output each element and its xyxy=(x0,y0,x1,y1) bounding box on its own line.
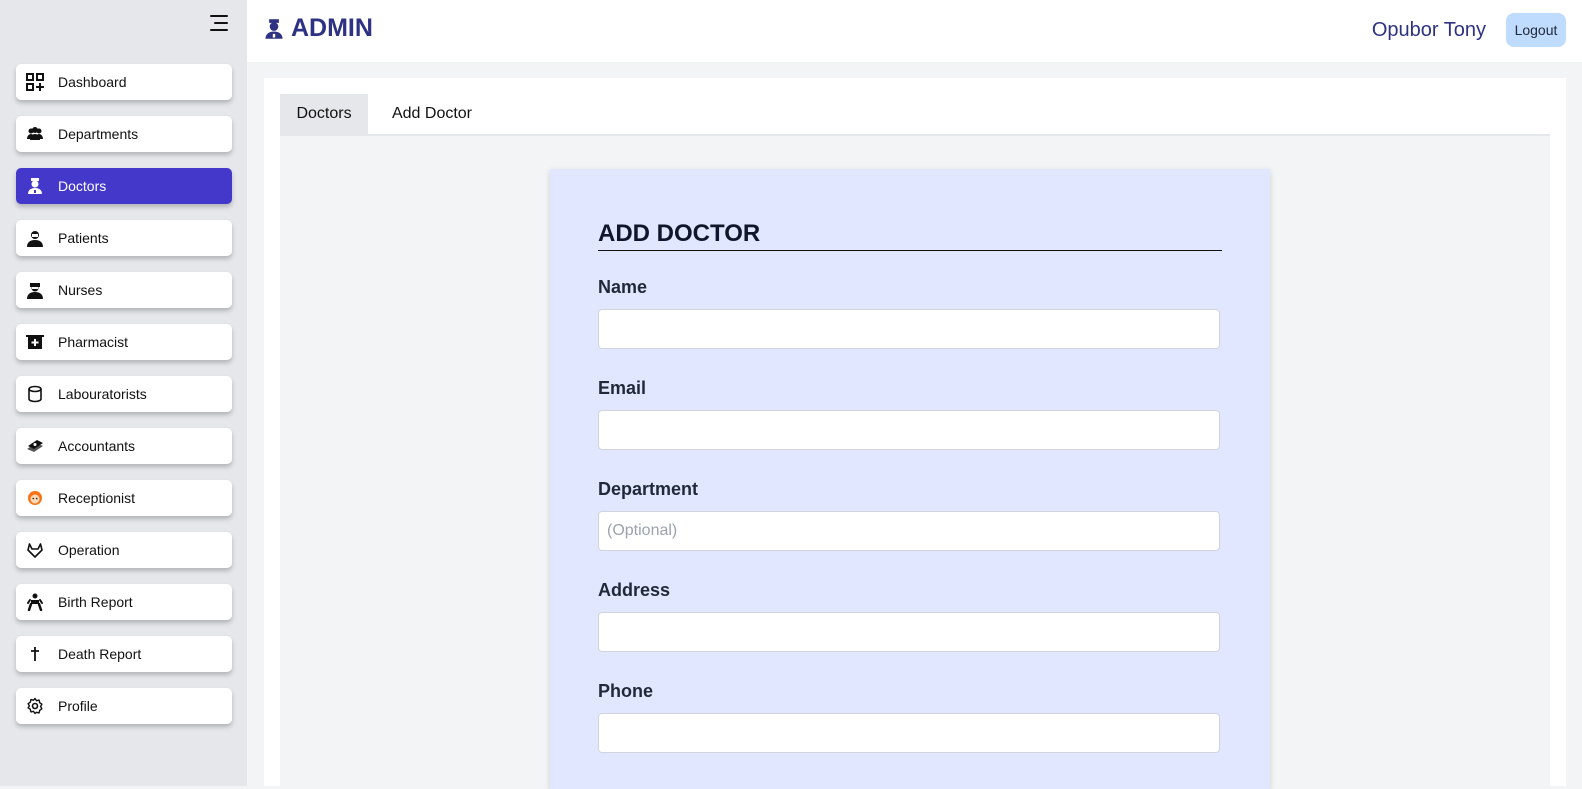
content-area: ADD DOCTOR Name Email Department Address… xyxy=(280,136,1550,789)
menu-toggle-icon[interactable] xyxy=(208,14,228,32)
department-input[interactable] xyxy=(598,511,1220,551)
sidebar-item-receptionist[interactable]: Receptionist xyxy=(16,480,232,516)
form-title: ADD DOCTOR xyxy=(598,219,1222,251)
tab-bar: Doctors Add Doctor xyxy=(280,94,1550,136)
sidebar-item-label: Profile xyxy=(58,698,98,714)
sidebar-item-label: Accountants xyxy=(58,438,136,454)
sidebar-item-label: Doctors xyxy=(58,178,107,194)
sidebar-item-doctors[interactable]: Doctors xyxy=(16,168,232,204)
sidebar-item-birth-report[interactable]: Birth Report xyxy=(16,584,232,620)
nurse-icon xyxy=(25,280,45,300)
top-header: ADMIN Opubor Tony Logout xyxy=(247,0,1582,62)
phone-input[interactable] xyxy=(598,713,1220,753)
main-panel: Doctors Add Doctor ADD DOCTOR Name Email… xyxy=(264,78,1566,789)
sidebar-item-label: Operation xyxy=(58,542,120,558)
database-icon xyxy=(25,384,45,404)
sidebar-item-accountants[interactable]: Accountants xyxy=(16,428,232,464)
doctor-icon xyxy=(263,18,285,40)
sidebar-item-label: Dashboard xyxy=(58,74,127,90)
name-input[interactable] xyxy=(598,309,1220,349)
sidebar-item-label: Labouratorists xyxy=(58,386,147,402)
department-label: Department xyxy=(598,479,699,499)
sidebar-item-label: Receptionist xyxy=(58,490,136,506)
name-label: Name xyxy=(598,277,648,297)
sidebar-item-patients[interactable]: Patients xyxy=(16,220,232,256)
sidebar-item-departments[interactable]: Departments xyxy=(16,116,232,152)
receptionist-icon xyxy=(25,488,45,508)
sidebar-item-death-report[interactable]: Death Report xyxy=(16,636,232,672)
sidebar-item-operation[interactable]: Operation xyxy=(16,532,232,568)
sidebar: Dashboard Departments Doctors Patients N… xyxy=(0,0,247,786)
brand: ADMIN xyxy=(263,14,373,43)
doctor-icon xyxy=(25,176,45,196)
sidebar-item-profile[interactable]: Profile xyxy=(16,688,232,724)
operation-icon xyxy=(25,540,45,560)
sidebar-item-label: Birth Report xyxy=(58,594,133,610)
user-name: Opubor Tony xyxy=(1371,19,1486,41)
sidebar-item-pharmacist[interactable]: Pharmacist xyxy=(16,324,232,360)
sidebar-item-dashboard[interactable]: Dashboard xyxy=(16,64,232,100)
tab-add-doctor[interactable]: Add Doctor xyxy=(384,94,480,134)
sidebar-item-nurses[interactable]: Nurses xyxy=(16,272,232,308)
money-icon xyxy=(25,436,45,456)
sidebar-item-label: Death Report xyxy=(58,646,142,662)
pharmacy-icon xyxy=(25,332,45,352)
logout-button[interactable]: Logout xyxy=(1506,13,1566,47)
email-label: Email xyxy=(598,378,647,398)
tab-doctors[interactable]: Doctors xyxy=(280,94,368,134)
dashboard-icon xyxy=(25,72,45,92)
sidebar-item-labouratorists[interactable]: Labouratorists xyxy=(16,376,232,412)
baby-icon xyxy=(25,592,45,612)
add-doctor-form: ADD DOCTOR Name Email Department Address… xyxy=(550,169,1270,789)
address-input[interactable] xyxy=(598,612,1220,652)
email-input[interactable] xyxy=(598,410,1220,450)
address-label: Address xyxy=(598,580,671,600)
patient-icon xyxy=(25,228,45,248)
people-group-icon xyxy=(25,124,45,144)
cross-icon xyxy=(25,644,45,664)
gear-icon xyxy=(25,696,45,716)
phone-label: Phone xyxy=(598,681,654,701)
sidebar-item-label: Pharmacist xyxy=(58,334,129,350)
sidebar-item-label: Patients xyxy=(58,230,109,246)
sidebar-item-label: Nurses xyxy=(58,282,103,298)
brand-title: ADMIN xyxy=(291,14,373,42)
sidebar-item-label: Departments xyxy=(58,126,139,142)
